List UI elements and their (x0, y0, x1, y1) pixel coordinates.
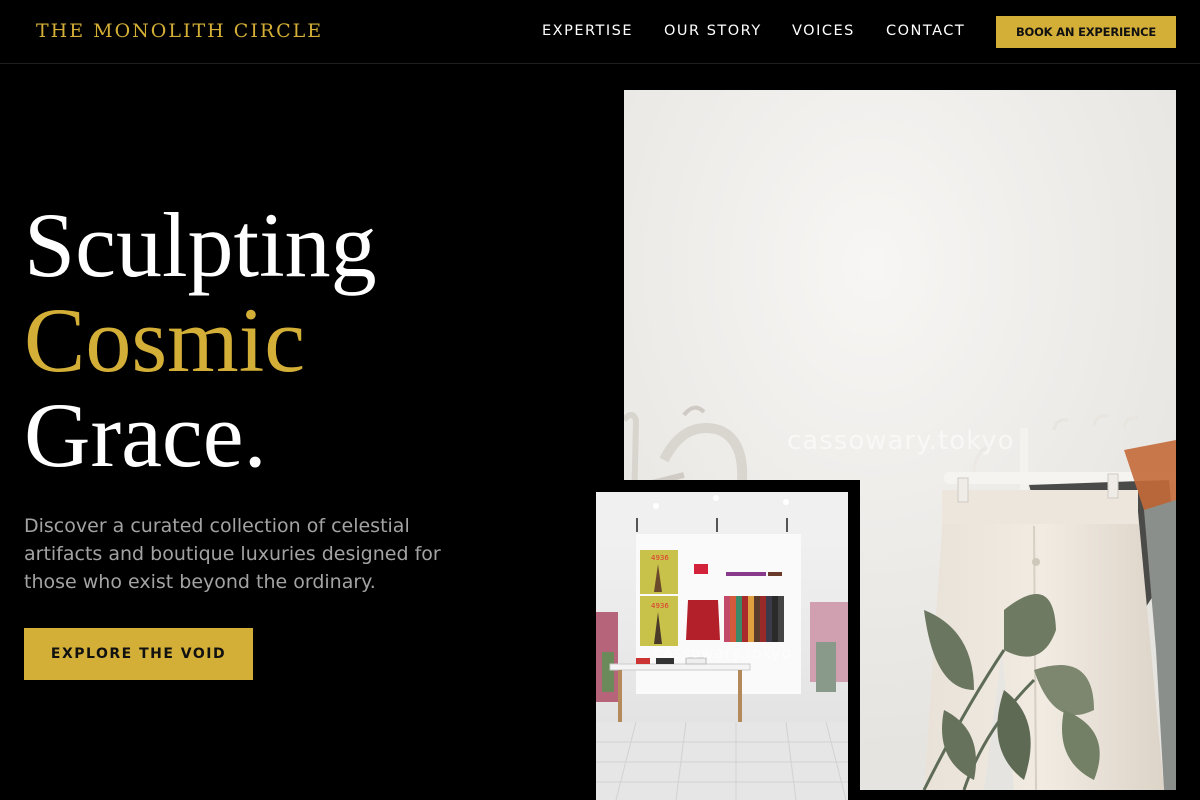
hero-title-line-2: Cosmic (24, 289, 306, 391)
brand-logo[interactable]: THE MONOLITH CIRCLE (36, 20, 323, 42)
hero-title-line-1: Sculpting (24, 194, 377, 296)
top-navigation: THE MONOLITH CIRCLE EXPERTISE OUR STORY … (0, 0, 1200, 64)
poster-label-2: 4936 (651, 602, 669, 610)
nav-link-our-story[interactable]: OUR STORY (664, 23, 762, 39)
explore-the-void-button[interactable]: EXPLORE THE VOID (24, 628, 253, 680)
hero-subtitle: Discover a curated collection of celesti… (24, 515, 441, 593)
store-interior-image: 4936 4936 cassowary.tokyo (596, 492, 848, 800)
hero-title-line-3: Grace. (24, 384, 267, 486)
secondary-image-frame: 4936 4936 cassowary.tokyo (588, 480, 860, 800)
nav-link-voices[interactable]: VOICES (792, 23, 855, 39)
nav-link-expertise[interactable]: EXPERTISE (542, 23, 633, 39)
book-experience-button[interactable]: BOOK AN EXPERIENCE (996, 16, 1176, 48)
poster-label-1: 4936 (651, 554, 669, 562)
main-image-watermark: cassowary.tokyo (787, 426, 1015, 456)
nav-link-contact[interactable]: CONTACT (886, 23, 965, 39)
secondary-image-watermark: cassowary.tokyo (654, 644, 792, 662)
hero-title: Sculpting Cosmic Grace. (24, 198, 377, 483)
